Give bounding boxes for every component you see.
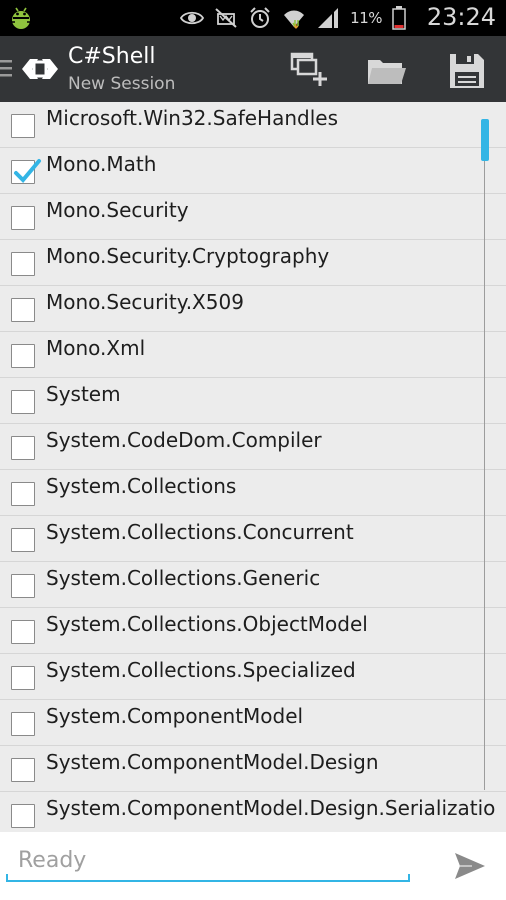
checkbox[interactable] (11, 666, 35, 690)
send-button[interactable] (452, 848, 488, 884)
checkbox[interactable] (11, 528, 35, 552)
battery-icon (392, 6, 406, 30)
checkbox[interactable] (11, 758, 35, 782)
list-item-label: Mono.Security.Cryptography (46, 244, 330, 268)
list-item[interactable]: Mono.Security (0, 194, 506, 240)
checkbox[interactable] (11, 574, 35, 598)
new-tab-icon (290, 52, 327, 86)
new-tab-button[interactable] (288, 50, 328, 90)
checkbox[interactable] (11, 298, 35, 322)
battery-percent: 11% (350, 9, 382, 27)
list-item-label: System (46, 382, 121, 406)
command-input[interactable] (6, 840, 410, 880)
list-item-label: System.Collections.Generic (46, 566, 321, 590)
list-item[interactable]: System.ComponentModel.Design.Serializati… (0, 792, 506, 832)
list-item-label: Mono.Security.X509 (46, 290, 244, 314)
list-item[interactable]: System.Collections.Generic (0, 562, 506, 608)
checkbox[interactable] (11, 206, 35, 230)
list-item[interactable]: System (0, 378, 506, 424)
list-item-label: Mono.Xml (46, 336, 146, 360)
list-item-label: Mono.Math (46, 152, 157, 176)
status-icons: 11% (180, 4, 406, 32)
app-logo-icon[interactable] (18, 54, 62, 84)
checkbox[interactable] (11, 620, 35, 644)
list-item-label: System.Collections.Specialized (46, 658, 356, 682)
session-subtitle: New Session (68, 74, 176, 94)
list-item[interactable]: System.Collections (0, 470, 506, 516)
list-item[interactable]: System.ComponentModel (0, 700, 506, 746)
app-title: C#Shell (68, 44, 156, 69)
input-bar (0, 832, 506, 900)
status-time: 23:24 (426, 3, 496, 31)
input-underline (6, 874, 410, 882)
checkbox[interactable] (11, 804, 35, 828)
checkbox[interactable] (11, 114, 35, 138)
save-icon (450, 54, 484, 88)
list-item-label: System.ComponentModel (46, 704, 304, 728)
list-item-label: System.Collections.Concurrent (46, 520, 354, 544)
signal-icon (318, 8, 339, 28)
list-item[interactable]: System.Collections.Concurrent (0, 516, 506, 562)
list-item[interactable]: Mono.Math (0, 148, 506, 194)
open-folder-button[interactable] (366, 50, 406, 90)
list-item-label: Mono.Security (46, 198, 189, 222)
list-item[interactable]: System.Collections.Specialized (0, 654, 506, 700)
checkbox[interactable] (11, 482, 35, 506)
list-item[interactable]: Mono.Security.Cryptography (0, 240, 506, 286)
drawer-menu-icon[interactable] (0, 58, 14, 80)
save-button[interactable] (446, 50, 486, 90)
android-debug-icon (11, 7, 31, 29)
list-item-label: System.Collections (46, 474, 237, 498)
list-item[interactable]: Mono.Security.X509 (0, 286, 506, 332)
alarm-icon (250, 7, 270, 28)
list-item-label: System.ComponentModel.Design (46, 750, 379, 774)
list-item[interactable]: System.CodeDom.Compiler (0, 424, 506, 470)
list-item-label: Microsoft.Win32.SafeHandles (46, 106, 338, 130)
checkbox[interactable] (11, 436, 35, 460)
checkbox[interactable] (11, 252, 35, 276)
checkmark-icon (14, 159, 41, 183)
scrollbar-thumb[interactable] (481, 119, 489, 161)
checkbox-checked[interactable] (11, 159, 41, 184)
list-item[interactable]: System.Collections.ObjectModel (0, 608, 506, 654)
list-item-label: System.ComponentModel.Design.Serializati… (46, 796, 496, 820)
checkbox[interactable] (11, 344, 35, 368)
action-bar: C#Shell New Session (0, 36, 506, 102)
scrollbar-track[interactable] (484, 120, 485, 790)
list-item-label: System.CodeDom.Compiler (46, 428, 322, 452)
wifi-icon (284, 10, 305, 29)
no-sound-icon (215, 8, 237, 28)
list-item[interactable]: Microsoft.Win32.SafeHandles (0, 102, 506, 148)
status-bar: 11% 23:24 (0, 0, 506, 36)
send-icon (455, 853, 485, 879)
checkbox[interactable] (11, 712, 35, 736)
folder-icon (368, 60, 406, 84)
namespace-list: Microsoft.Win32.SafeHandles Mono.Math Mono… (0, 102, 506, 832)
eye-icon (180, 11, 205, 25)
list-item[interactable]: System.ComponentModel.Design (0, 746, 506, 792)
list-item[interactable]: Mono.Xml (0, 332, 506, 378)
checkbox[interactable] (11, 390, 35, 414)
list-item-label: System.Collections.ObjectModel (46, 612, 368, 636)
